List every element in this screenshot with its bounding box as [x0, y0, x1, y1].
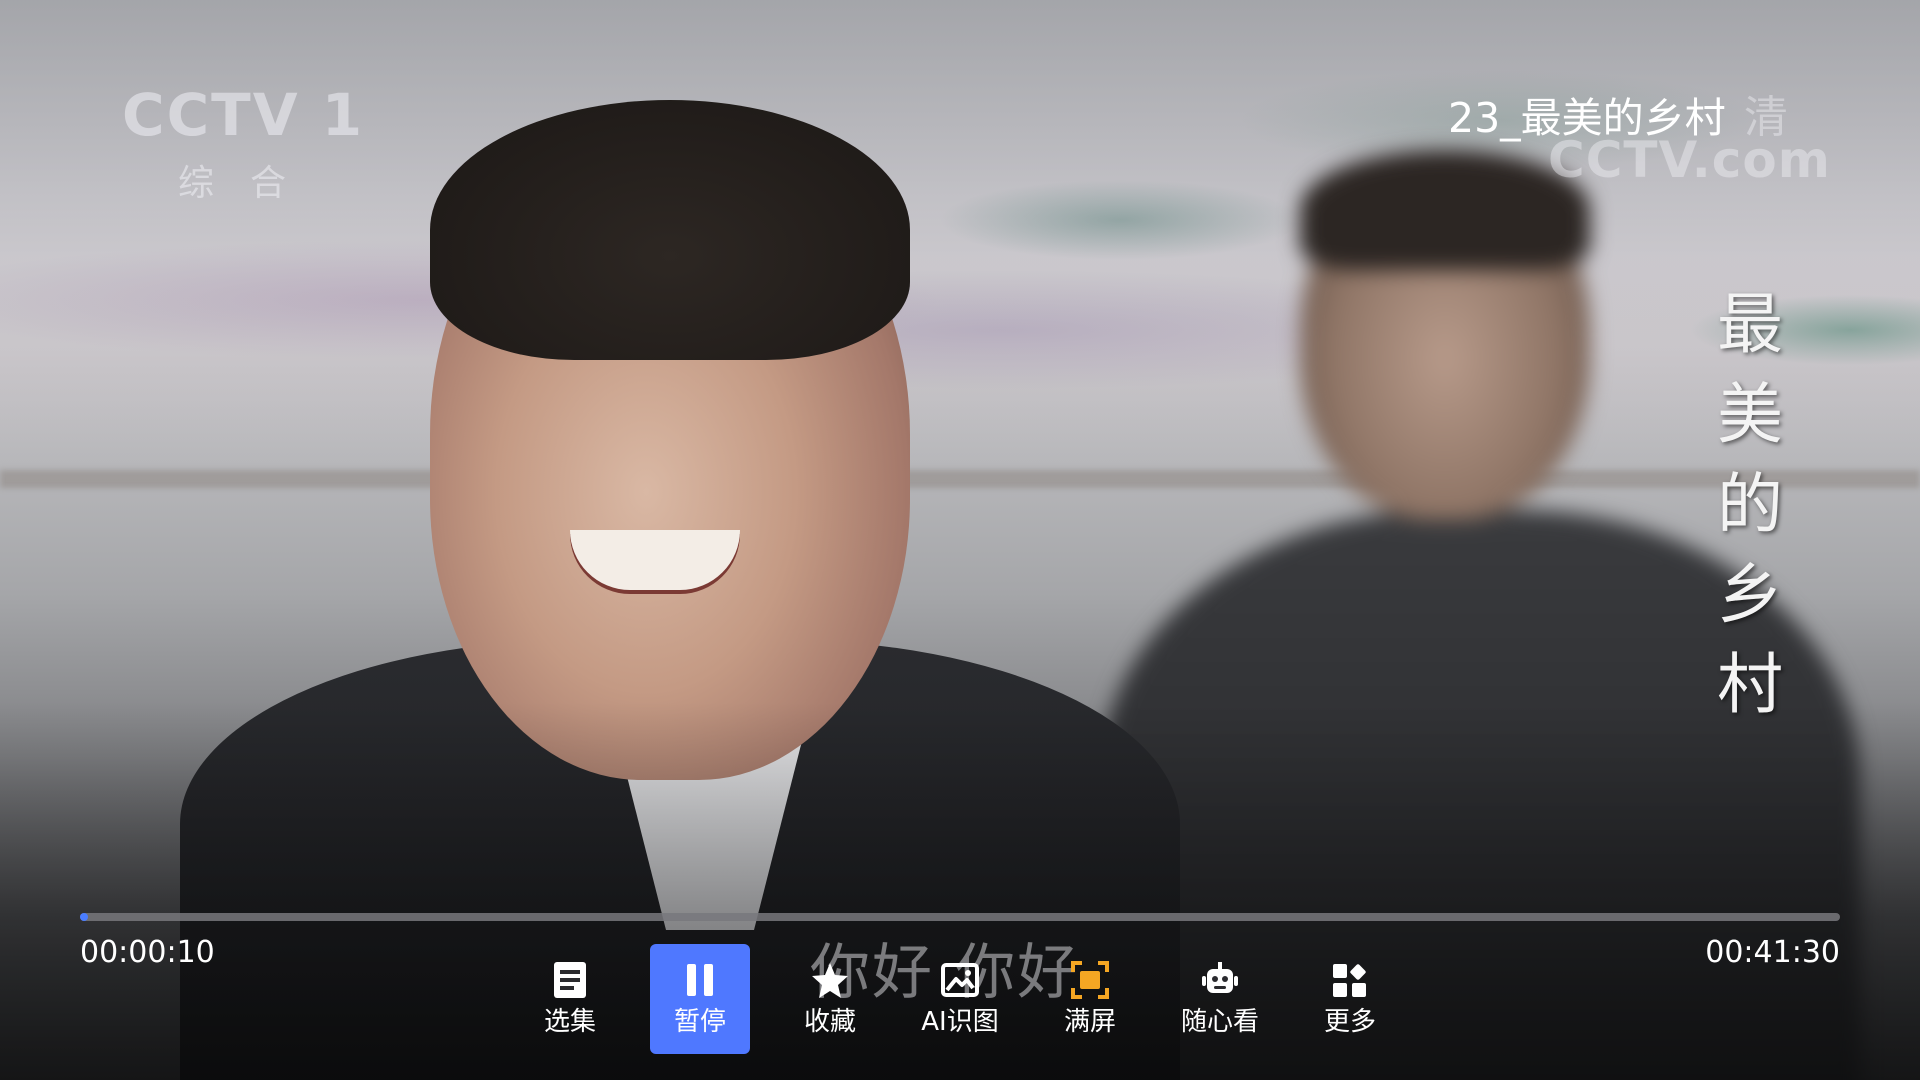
pause-button[interactable]: 暂停 [650, 944, 750, 1054]
site-watermark: CCTV.com [1548, 131, 1831, 189]
robot-icon [1202, 962, 1238, 993]
ai-recognize-label: AI识图 [921, 1007, 999, 1037]
channel-logo: CCTV 1 综合 [122, 80, 364, 206]
vertical-title-char: 的 [1717, 466, 1783, 543]
video-player[interactable]: CCTV 1 综合 23_最美的乡村 清 CCTV.com 最 美 的 乡 村 … [0, 0, 1920, 1080]
total-time: 00:41:30 [1705, 935, 1840, 970]
episodes-label: 选集 [543, 1007, 596, 1037]
vertical-title-char: 乡 [1717, 556, 1783, 633]
random-watch-label: 随心看 [1180, 1007, 1259, 1037]
list-icon [554, 962, 586, 998]
vertical-show-title: 最 美 的 乡 村 [1715, 280, 1785, 730]
vertical-title-char: 村 [1717, 646, 1783, 723]
star-icon [812, 963, 848, 998]
vertical-title-char: 美 [1717, 376, 1783, 453]
current-time: 00:00:10 [80, 935, 215, 970]
channel-logo-sub: 综合 [178, 163, 323, 204]
channel-logo-mark: CCTV 1 [122, 81, 365, 149]
pause-label: 暂停 [673, 1007, 726, 1037]
ai-recognize-button[interactable]: AI识图 [910, 944, 1010, 1054]
image-icon [941, 963, 979, 997]
pause-icon [687, 964, 713, 996]
vertical-title-char: 最 [1717, 286, 1783, 363]
grid-icon [1333, 964, 1366, 997]
fullscreen-icon [1071, 961, 1109, 999]
more-label: 更多 [1323, 1007, 1376, 1037]
episodes-button[interactable]: 选集 [520, 944, 620, 1054]
fullscreen-button[interactable]: 满屏 [1040, 944, 1140, 1054]
random-watch-button[interactable]: 随心看 [1170, 944, 1270, 1054]
progress-bar[interactable] [80, 913, 1840, 921]
progress-fill [80, 913, 88, 921]
favorite-label: 收藏 [803, 1007, 856, 1037]
control-bar: 选集 暂停 收藏 AI识图 满屏 随心看 更多 [520, 944, 1400, 1054]
fullscreen-label: 满屏 [1063, 1007, 1116, 1037]
more-button[interactable]: 更多 [1300, 944, 1400, 1054]
favorite-button[interactable]: 收藏 [780, 944, 880, 1054]
